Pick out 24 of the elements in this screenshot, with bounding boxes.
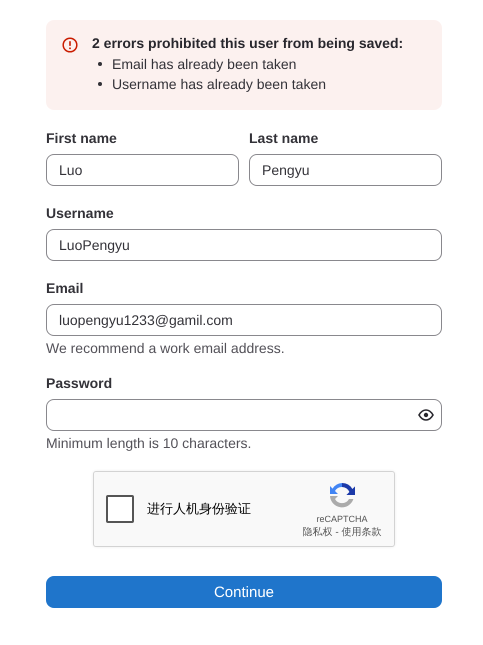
bullet-icon bbox=[98, 82, 102, 86]
field-label: Last name bbox=[249, 130, 318, 146]
error-title: 2 errors prohibited this user from being saved: bbox=[92, 35, 404, 51]
password-field[interactable] bbox=[46, 399, 442, 431]
input-field[interactable]: Pengyu bbox=[249, 154, 442, 186]
captcha-checkbox[interactable] bbox=[106, 495, 134, 523]
error-icon bbox=[62, 37, 78, 53]
captcha-label: 进行人机身份验证 bbox=[147, 500, 252, 518]
continue-button[interactable]: Continue bbox=[46, 576, 442, 608]
captcha-links[interactable]: 隐私权 - 使用条款 bbox=[302, 525, 382, 539]
input-field[interactable]: LuoPengyu bbox=[46, 229, 442, 261]
eye-icon[interactable] bbox=[418, 407, 434, 423]
help-text: We recommend a work email address. bbox=[46, 340, 285, 356]
help-text: Minimum length is 10 characters. bbox=[46, 435, 252, 451]
bullet-icon bbox=[98, 62, 102, 66]
input-field[interactable]: luopengyu1233@gamil.com bbox=[46, 304, 442, 336]
error-message: Username has already been taken bbox=[112, 75, 326, 94]
field-label: First name bbox=[46, 130, 117, 146]
input-field[interactable]: Luo bbox=[46, 154, 239, 186]
field-label: Password bbox=[46, 375, 112, 391]
field-label: Email bbox=[46, 280, 84, 296]
error-message: Email has already been taken bbox=[112, 55, 296, 74]
captcha-brand: reCAPTCHA bbox=[316, 514, 368, 524]
field-label: Username bbox=[46, 205, 114, 221]
